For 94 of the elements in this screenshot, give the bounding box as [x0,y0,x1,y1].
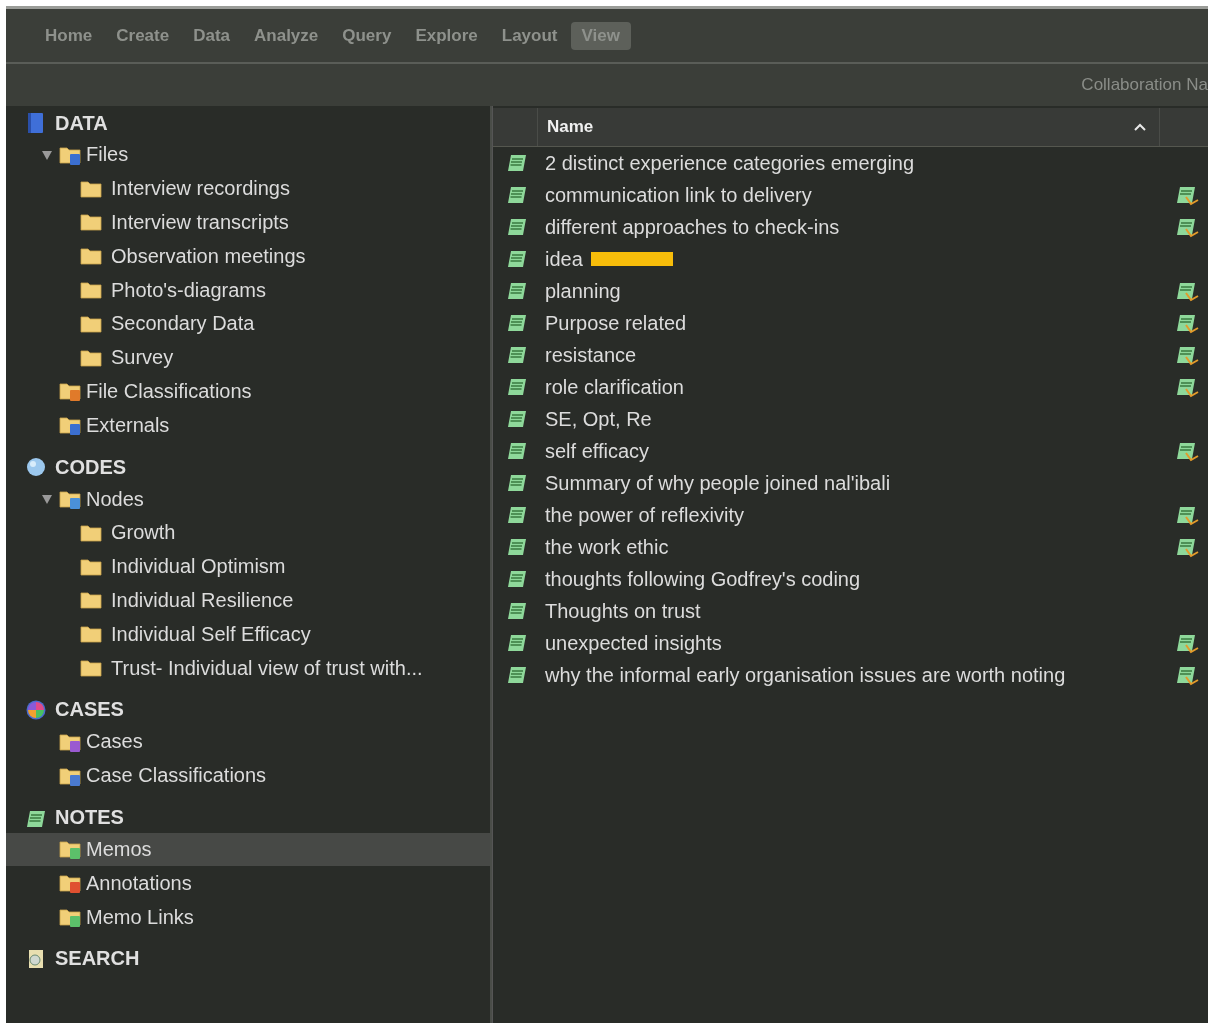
memo-row[interactable]: different approaches to check-ins [493,211,1208,243]
tree-item[interactable]: Annotations [6,866,490,901]
folder-badge-icon [59,906,83,929]
tree-item[interactable]: Case Classifications [6,758,490,793]
memo-name: Purpose related [545,311,687,335]
sort-caret-icon [1133,122,1147,132]
memo-name: why the informal early organisation issues are worth noting [545,663,1066,687]
folder-badge-icon [59,872,83,895]
tree-item[interactable]: Files [6,138,490,172]
notepad-icon [505,408,529,430]
notepad-icon [505,568,529,590]
notepad-icon [505,280,529,302]
tree-item[interactable]: Interview transcripts [6,205,490,240]
notepad-icon [505,536,529,558]
disclosure-triangle-icon[interactable] [41,493,53,506]
memo-row[interactable]: why the informal early organisation issues are worth noting [493,659,1208,691]
memo-row[interactable]: Thoughts on trust [493,595,1208,627]
sphere-icon [25,456,47,479]
folder-icon [80,657,104,680]
memo-name: SE, Opt, Re [545,407,652,431]
memo-row[interactable]: thoughts following Godfrey's coding [493,563,1208,595]
folder-icon [80,623,104,646]
memo-row[interactable]: Purpose related [493,307,1208,339]
memo-name: unexpected insights [545,631,722,655]
folder-icon [80,245,104,268]
tree-item[interactable]: Individual Self Efficacy [6,617,490,652]
toolbar-label: Collaboration Na [1081,75,1208,95]
tree-item[interactable]: Memo Links [6,900,490,934]
memo-name: communication link to delivery [545,183,812,207]
memo-name: different approaches to check-ins [545,215,840,239]
memo-row[interactable]: self efficacy [493,435,1208,467]
memo-name: planning [545,279,621,303]
memo-name: Summary of why people joined nal'ibali [545,471,891,495]
folder-badge-icon [59,838,83,861]
memo-row[interactable]: planning [493,275,1208,307]
memo-name: resistance [545,343,637,367]
folder-icon [80,279,104,302]
tree-item[interactable]: Externals [6,408,490,443]
notepad-icon [505,472,529,494]
section-title: SEARCH [55,947,140,971]
memo-row[interactable]: SE, Opt, Re [493,403,1208,435]
tree-item[interactable]: Observation meetings [6,239,490,274]
tree-item[interactable]: Interview recordings [6,171,490,206]
notepad-icon [505,632,529,654]
section-title: CODES [55,455,127,479]
memo-row[interactable]: communication link to delivery [493,179,1208,211]
memo-name: Thoughts on trust [545,599,701,623]
tree-item[interactable]: Cases [6,724,490,759]
notepad-icon [505,184,529,206]
memo-row[interactable]: unexpected insights [493,627,1208,659]
memo-name: the work ethic [545,535,669,559]
notepad-icon [505,216,529,238]
memo-row[interactable]: role clarification [493,371,1208,403]
folder-badge-icon [59,380,83,403]
section-title: NOTES [55,806,124,830]
folder-badge-icon [59,414,83,437]
tree-item[interactable]: Nodes [6,482,490,516]
tree-item[interactable]: Secondary Data [6,307,490,341]
memo-row[interactable]: idea [493,243,1208,275]
memo-name: 2 distinct experience categories emerging [545,151,915,175]
notepad-icon [505,440,529,462]
memo-name: role clarification [545,375,684,399]
section-title: CASES [55,698,124,722]
notepad-icon [505,664,529,686]
notepad-icon [505,312,529,334]
section-title: DATA [55,111,108,135]
notepad-icon [505,344,529,366]
tree-item[interactable]: File Classifications [6,374,490,409]
circle-cross-icon [25,698,47,721]
memo-name: self efficacy [545,439,650,463]
notepad-icon [505,600,529,622]
memo-row[interactable]: resistance [493,339,1208,371]
memo-name: thoughts following Godfrey's coding [545,567,861,591]
notepad-icon [505,152,529,174]
notepad-icon [505,504,529,526]
folder-icon [80,211,104,234]
memo-row[interactable]: the work ethic [493,531,1208,563]
tree-item[interactable]: Growth [6,515,490,550]
notepad-icon [505,248,529,270]
folder-icon [80,589,104,612]
memo-row[interactable]: 2 distinct experience categories emerging [493,147,1208,179]
notepad-icon [505,376,529,398]
folder-badge-icon [59,488,83,511]
tree-item[interactable]: Survey [6,340,490,375]
memo-name: the power of reflexivity [545,503,744,527]
disclosure-triangle-icon[interactable] [41,148,53,161]
memo-row[interactable]: Summary of why people joined nal'ibali [493,467,1208,499]
tree-item[interactable]: Individual Optimism [6,549,490,584]
tree-item[interactable]: Memos [6,832,490,867]
tree-item[interactable]: Trust- Individual view of trust with... [6,651,490,685]
memo-row[interactable]: the power of reflexivity [493,499,1208,531]
tree-item[interactable]: Photo's-diagrams [6,273,490,307]
memo-name: idea [545,247,583,271]
tree-item[interactable]: Individual Resilience [6,583,490,618]
